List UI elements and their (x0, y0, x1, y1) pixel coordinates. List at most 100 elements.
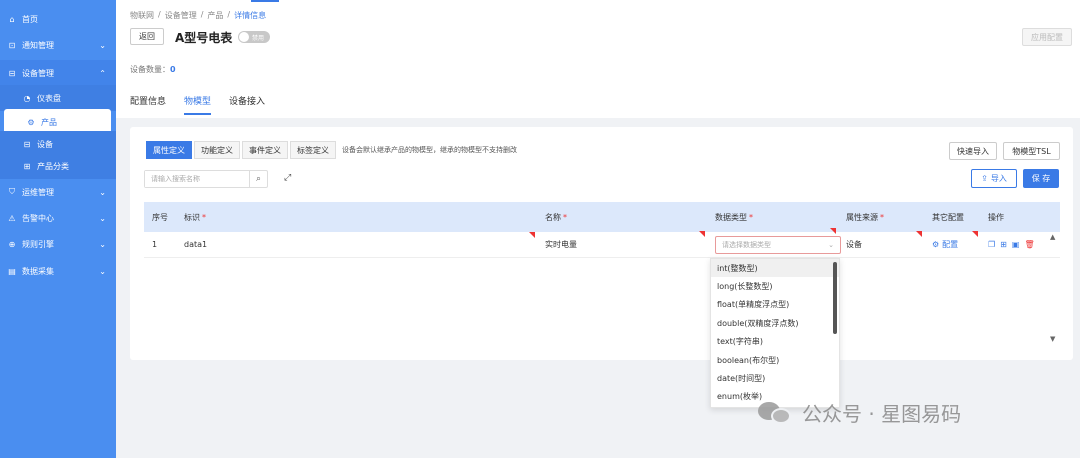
tsl-button[interactable]: 物模型TSL (1003, 142, 1060, 160)
sidebar-item-label: 仪表盘 (37, 93, 61, 103)
tab-event-definition[interactable]: 事件定义 (242, 141, 288, 159)
sidebar-item-ops[interactable]: ⛉ 运维管理 ⌄ (0, 179, 116, 205)
property-table: 序号 标识 * 名称 * 数据类型 * 属性来源 * 其它配置 操作 1 data1 实… (144, 202, 1060, 258)
thing-model-card: 属性定义 功能定义 事件定义 标签定义 设备会默认继承产品的物模型，继承的物模型… (130, 127, 1073, 360)
copy-icon[interactable]: ❐ (988, 240, 995, 249)
device-count: 设备数量：0 (130, 64, 176, 75)
tab-config-info[interactable]: 配置信息 (130, 94, 166, 115)
sidebar-item-data-collection[interactable]: ▤ 数据采集 ⌄ (0, 258, 116, 284)
chevron-up-icon: ⌃ (99, 68, 106, 78)
edited-marker (529, 232, 535, 238)
breadcrumb-separator: / (158, 10, 161, 19)
edited-marker (972, 231, 978, 237)
data-type-dropdown: int(整数型) long(长整数型) float(单精度浮点型) double… (710, 258, 840, 408)
tab-device-access[interactable]: 设备接入 (229, 94, 265, 115)
config-link[interactable]: ⚙ 配置 (932, 239, 980, 250)
breadcrumb-item[interactable]: 产品 (207, 10, 223, 21)
required-mark: * (749, 212, 753, 222)
dropdown-option[interactable]: float(单精度浮点型) (711, 296, 839, 314)
search-input[interactable] (145, 171, 249, 187)
delete-icon[interactable]: 🗑 (1024, 240, 1034, 249)
sidebar-item-dashboard[interactable]: ◔ 仪表盘 (0, 85, 116, 111)
cell-data-type: 请选择数据类型 ⌄ (707, 227, 841, 254)
search-icon[interactable]: ⌕ (249, 171, 267, 187)
chevron-down-icon: ⌄ (99, 213, 106, 223)
breadcrumb-item[interactable]: 设备管理 (165, 10, 197, 21)
sidebar: ⌂ 首页 ⊡ 通知管理 ⌄ ⊟ 设备管理 ⌃ ◔ 仪表盘 ⚙ 产品 ⊟ 设备 ⊞… (0, 0, 116, 458)
fullscreen-icon[interactable]: ⤢ (284, 173, 291, 183)
sidebar-item-label: 首页 (22, 14, 38, 24)
sidebar-item-rule-engine[interactable]: ⊕ 规则引擎 ⌄ (0, 231, 116, 257)
toggle-label: 禁用 (252, 34, 265, 42)
device-sub-icon: ⊟ (23, 139, 31, 149)
back-button[interactable]: 返回 (130, 28, 164, 45)
sidebar-item-label: 运维管理 (22, 187, 54, 197)
dropdown-option[interactable]: boolean(布尔型) (711, 351, 839, 369)
sidebar-item-label: 规则引擎 (22, 239, 54, 249)
header-source-label: 属性来源 (846, 212, 878, 222)
scroll-down-arrow-icon[interactable]: ▼ (1050, 335, 1055, 343)
chevron-down-icon: ⌄ (99, 266, 106, 276)
watermark-text: 公众号 · 星图易码 (802, 402, 962, 426)
tab-tag-definition[interactable]: 标签定义 (290, 141, 336, 159)
import-label: 导入 (990, 174, 1007, 183)
add-row-icon[interactable]: ⊞ (1000, 240, 1007, 249)
search-box: ⌕ (144, 170, 268, 188)
dropdown-option[interactable]: double(双精度浮点数) (711, 314, 839, 332)
sidebar-item-alarm[interactable]: ⚠ 告警中心 ⌄ (0, 205, 116, 231)
header-identifier: 标识 * (176, 212, 537, 223)
save-button[interactable]: 保 存 (1023, 169, 1059, 188)
sidebar-item-label: 数据采集 (22, 266, 54, 276)
config-link-label: 配置 (942, 240, 959, 249)
device-count-value[interactable]: 0 (170, 65, 176, 74)
edited-marker (699, 231, 705, 237)
required-mark: * (202, 212, 206, 222)
data-type-select[interactable]: 请选择数据类型 ⌄ (715, 235, 841, 254)
cell-source-text: 设备 (846, 240, 862, 249)
breadcrumb-separator: / (200, 10, 204, 19)
cell-actions: ❐ ⊞ ▣ 🗑 (980, 240, 1060, 249)
quick-import-button[interactable]: 快速导入 (949, 142, 997, 160)
header-identifier-label: 标识 (184, 212, 200, 222)
dropdown-option[interactable]: text(字符串) (711, 333, 839, 351)
data-type-placeholder: 请选择数据类型 (722, 240, 771, 249)
cell-identifier[interactable]: data1 (176, 232, 537, 249)
dropdown-option[interactable]: int(整数型) (711, 259, 839, 278)
apply-config-button[interactable]: 应用配置 (1022, 28, 1072, 46)
table-row: 1 data1 实时电量 请选择数据类型 ⌄ 设备 ⚙ 配置 ❐ ⊞ ▣ 🗑 (144, 227, 1060, 258)
scroll-up-arrow-icon[interactable]: ▲ (1050, 233, 1055, 241)
cell-name[interactable]: 实时电量 (537, 231, 707, 250)
header-source: 属性来源 * (838, 212, 924, 223)
cell-source[interactable]: 设备 (838, 231, 924, 250)
breadcrumb-item[interactable]: 物联网 (130, 10, 154, 21)
sidebar-item-product-category[interactable]: ⊞ 产品分类 (0, 153, 116, 179)
header-data-type-label: 数据类型 (715, 212, 747, 222)
dropdown-option[interactable]: date(时间型) (711, 369, 839, 387)
page-title: A型号电表 (175, 31, 233, 45)
tab-thing-model[interactable]: 物模型 (184, 94, 212, 115)
sidebar-item-notifications[interactable]: ⊡ 通知管理 ⌄ (0, 32, 116, 58)
product-icon: ⚙ (27, 117, 35, 127)
required-mark: * (563, 212, 567, 222)
dropdown-scrollbar[interactable] (833, 262, 837, 334)
chevron-down-icon: ⌄ (828, 240, 834, 249)
category-icon: ⊞ (23, 161, 31, 171)
import-button[interactable]: ⇪ 导入 (971, 169, 1017, 188)
tab-property-definition[interactable]: 属性定义 (146, 141, 192, 159)
chevron-down-icon: ⌄ (99, 40, 106, 50)
sidebar-item-device-management[interactable]: ⊟ 设备管理 ⌃ (0, 60, 116, 86)
wechat-icon (758, 400, 794, 426)
dropdown-option[interactable]: long(长整数型) (711, 277, 839, 295)
upload-icon: ⇪ (981, 174, 988, 183)
chevron-down-icon: ⌄ (99, 239, 106, 249)
cell-index: 1 (152, 240, 158, 249)
save-row-icon[interactable]: ▣ (1012, 240, 1020, 249)
edited-marker (830, 227, 836, 234)
tab-function-definition[interactable]: 功能定义 (194, 141, 240, 159)
chevron-down-icon: ⌄ (99, 187, 106, 197)
sidebar-item-home[interactable]: ⌂ 首页 (0, 6, 116, 32)
row-actions: ❐ ⊞ ▣ 🗑 (988, 240, 1060, 249)
cell-name-text: 实时电量 (545, 240, 577, 249)
enable-toggle[interactable]: 禁用 (238, 31, 270, 43)
sidebar-item-label: 设备管理 (22, 68, 54, 78)
